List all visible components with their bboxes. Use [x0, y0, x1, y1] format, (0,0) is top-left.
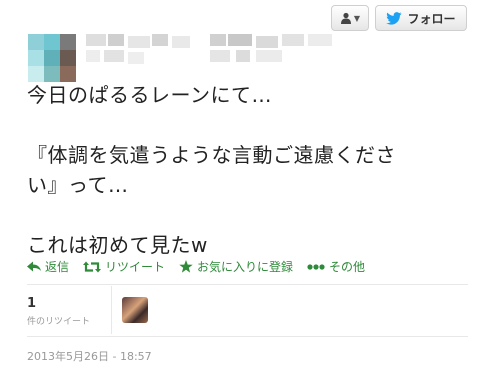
tweet-text: 今日のぱるるレーンにて… 『体調を気遣うような言動ご遠慮くださ い』って… これ… — [27, 80, 467, 260]
reply-label: 返信 — [45, 260, 70, 274]
retweet-count-label: 件のリツイート — [27, 317, 91, 327]
divider — [27, 284, 468, 285]
star-icon — [179, 260, 193, 273]
tweet-actions: 返信 リツイート お気に入りに登録 その他 — [27, 258, 365, 275]
tweet-stats: 1 件のリツイート — [27, 286, 148, 336]
author-avatar[interactable] — [28, 34, 76, 82]
more-icon — [307, 263, 325, 270]
author-name-blurred[interactable] — [86, 34, 336, 70]
more-label: その他 — [329, 260, 366, 274]
tweet-line: 『体調を気遣うような言動ご遠慮くださ — [27, 143, 396, 167]
retweet-count: 1 — [27, 296, 37, 311]
tweet-line — [27, 200, 467, 230]
reply-icon — [27, 261, 41, 272]
user-actions-button[interactable]: ▼ — [331, 5, 369, 31]
tweet-line — [27, 110, 467, 140]
user-icon — [340, 12, 351, 24]
tweet-line: 今日のぱるるレーンにて… — [27, 83, 272, 107]
chevron-down-icon: ▼ — [353, 13, 361, 23]
favorite-label: お気に入りに登録 — [197, 260, 294, 274]
retweet-action[interactable]: リツイート — [83, 258, 165, 275]
retweet-icon — [83, 261, 102, 272]
reply-action[interactable]: 返信 — [27, 258, 69, 275]
follow-label: フォロー — [407, 11, 456, 26]
tweet-line: い』って… — [27, 173, 129, 197]
retweet-label: リツイート — [105, 260, 166, 274]
retweeter-avatar[interactable] — [122, 297, 148, 323]
follow-button[interactable]: フォロー — [375, 5, 467, 31]
divider — [27, 336, 468, 337]
divider — [111, 286, 112, 334]
favorite-action[interactable]: お気に入りに登録 — [179, 258, 293, 275]
retweet-count-block[interactable]: 1 件のリツイート — [27, 286, 107, 336]
twitter-bird-icon — [386, 11, 403, 25]
tweet-timestamp[interactable]: 2013年5月26日 - 18:57 — [27, 348, 152, 364]
top-actions: ▼ フォロー — [331, 5, 467, 31]
more-action[interactable]: その他 — [307, 258, 365, 275]
tweet-line: これは初めて見たw — [27, 233, 208, 257]
